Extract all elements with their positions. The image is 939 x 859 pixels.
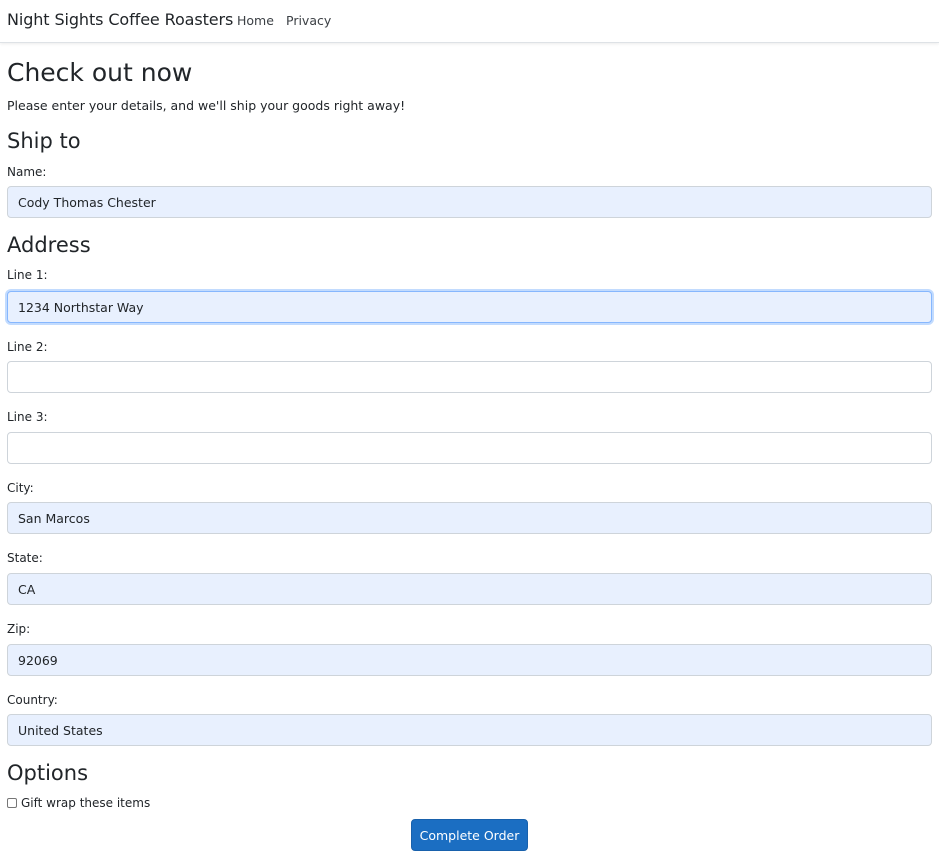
state-input[interactable] bbox=[7, 573, 932, 605]
city-label: City: bbox=[7, 481, 34, 495]
top-navbar: Night Sights Coffee Roasters Home Privac… bbox=[0, 0, 939, 43]
nav-privacy-link[interactable]: Privacy bbox=[286, 13, 331, 28]
zip-label: Zip: bbox=[7, 622, 31, 636]
nav-home-link[interactable]: Home bbox=[237, 13, 274, 28]
line2-label: Line 2: bbox=[7, 340, 48, 354]
page-subtitle: Please enter your details, and we'll shi… bbox=[7, 98, 406, 113]
address-heading: Address bbox=[7, 233, 91, 257]
line2-input[interactable] bbox=[7, 361, 932, 393]
options-heading: Options bbox=[7, 761, 89, 785]
brand-link[interactable]: Night Sights Coffee Roasters bbox=[7, 10, 233, 29]
state-label: State: bbox=[7, 551, 43, 565]
name-input[interactable] bbox=[7, 186, 932, 218]
zip-input[interactable] bbox=[7, 644, 932, 676]
ship-to-heading: Ship to bbox=[7, 129, 81, 153]
page-title: Check out now bbox=[7, 58, 193, 87]
gift-wrap-label: Gift wrap these items bbox=[21, 796, 151, 810]
city-input[interactable] bbox=[7, 502, 932, 534]
name-label: Name: bbox=[7, 165, 47, 179]
country-input[interactable] bbox=[7, 714, 932, 746]
line1-label: Line 1: bbox=[7, 268, 48, 282]
complete-order-button[interactable]: Complete Order bbox=[411, 819, 528, 851]
line1-input[interactable] bbox=[7, 291, 932, 323]
gift-wrap-option[interactable]: Gift wrap these items bbox=[7, 796, 150, 810]
country-label: Country: bbox=[7, 693, 58, 707]
gift-wrap-checkbox[interactable] bbox=[7, 798, 17, 808]
line3-input[interactable] bbox=[7, 432, 932, 464]
line3-label: Line 3: bbox=[7, 410, 48, 424]
